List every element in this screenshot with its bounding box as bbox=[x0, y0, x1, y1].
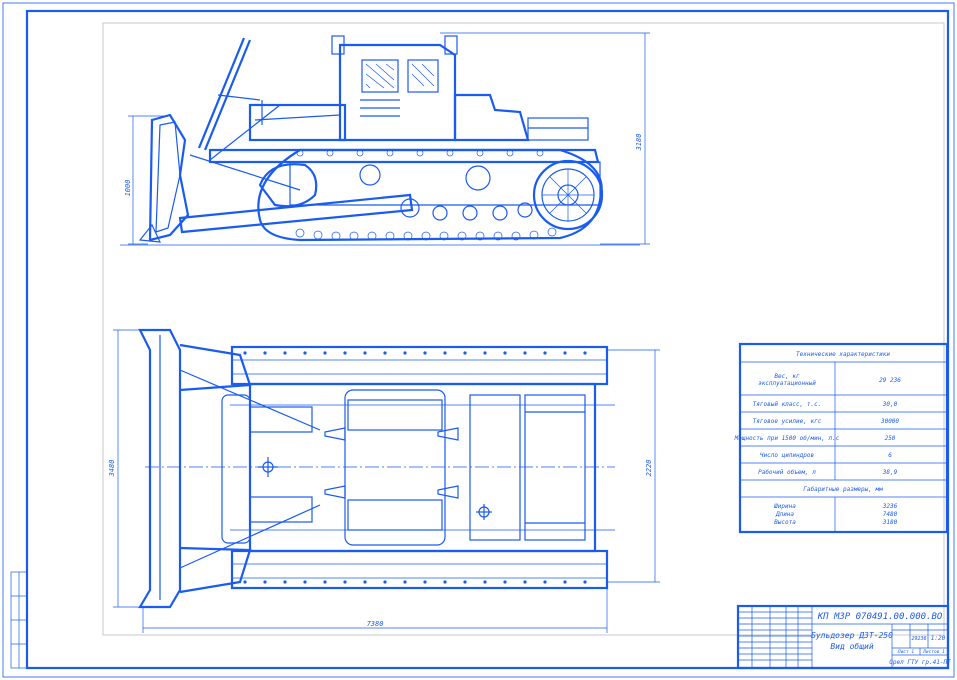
drawing-sheet: 1000 3180 3480 2220 7380 Технические хар… bbox=[2, 2, 955, 678]
drawing-frame bbox=[25, 9, 950, 670]
top-view: 3480 2220 7380 bbox=[108, 328, 660, 633]
spec-row-3-value: 250 bbox=[885, 435, 896, 442]
spec-row-0-label: Вес, кг эксплуатационный bbox=[758, 373, 816, 387]
title-sheets: Листов 1 bbox=[922, 649, 945, 655]
dim-top-total-length: 7380 bbox=[367, 620, 384, 628]
title-scale: 1:20 bbox=[931, 635, 946, 642]
spec-row-0-value: 29 236 bbox=[879, 377, 901, 384]
spec-dim-value-2: 3180 bbox=[882, 519, 898, 526]
dim-side-blade-height: 1000 bbox=[124, 180, 132, 197]
side-view: 1000 3180 bbox=[120, 32, 650, 246]
spec-dim-label-1: Длина bbox=[775, 511, 794, 518]
spec-dims-title: Габаритные размеры, мм bbox=[803, 486, 883, 493]
spec-row-5-value: 38,9 bbox=[882, 469, 898, 476]
spec-row-3-label: Мощность при 1500 об/мин, л.с bbox=[734, 435, 840, 442]
spec-row-2-label: Тяговое усилие, кгс bbox=[753, 418, 822, 425]
spec-dim-label-2: Высота bbox=[774, 519, 796, 526]
title-doc-code: КП МЗР 070491.00.000.ВО bbox=[817, 612, 943, 622]
spec-dim-value-1: 7480 bbox=[883, 511, 898, 518]
spec-row-4-label: Число цилиндров bbox=[760, 452, 815, 459]
dim-top-track-width: 2220 bbox=[645, 460, 653, 477]
title-name-line2: Вид общий bbox=[830, 641, 874, 651]
spec-row-5-label: Рабочий объем, л bbox=[758, 469, 816, 476]
title-name-line1: Бульдозер ДЗТ-250 bbox=[811, 631, 893, 640]
title-mass: 29236 bbox=[911, 636, 926, 642]
spec-title: Технические характеристики bbox=[796, 351, 890, 358]
dim-top-blade-width: 3480 bbox=[108, 460, 116, 478]
spec-row-4-value: 6 bbox=[888, 452, 892, 459]
spec-row-1-value: 30,0 bbox=[882, 401, 898, 408]
spec-row-1-label: Тяговый класс, т.с. bbox=[753, 401, 822, 408]
dim-side-total-height: 3180 bbox=[635, 134, 643, 152]
title-org: Орел ГТУ гр.41-ПТ bbox=[889, 659, 951, 666]
margin-stamp bbox=[10, 571, 28, 669]
spec-dim-value-0: 3236 bbox=[882, 503, 898, 510]
spec-table: Технические характеристики Вес, кг эксплу… bbox=[734, 342, 949, 534]
spec-dim-label-0: Ширина bbox=[773, 503, 796, 510]
spec-row-2-value: 30000 bbox=[880, 418, 899, 425]
title-block: КП МЗР 070491.00.000.ВО Бульдозер ДЗТ-25… bbox=[736, 604, 951, 670]
title-sheet: Лист 1 bbox=[897, 649, 915, 655]
